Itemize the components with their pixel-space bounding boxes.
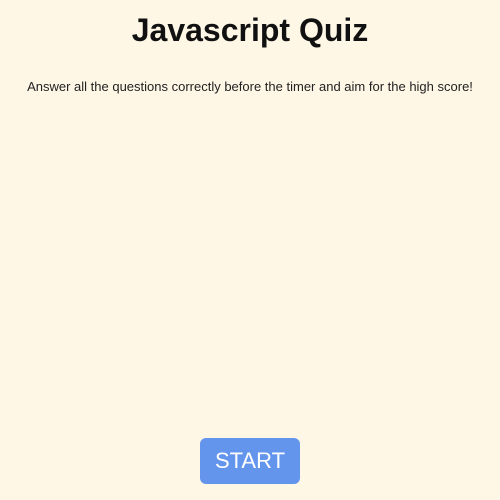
page-title: Javascript Quiz [131,12,369,48]
start-button[interactable]: START [200,438,300,484]
quiz-start-page: Javascript Quiz Answer all the questions… [0,0,500,500]
instructions-text: Answer all the questions correctly befor… [27,79,473,94]
